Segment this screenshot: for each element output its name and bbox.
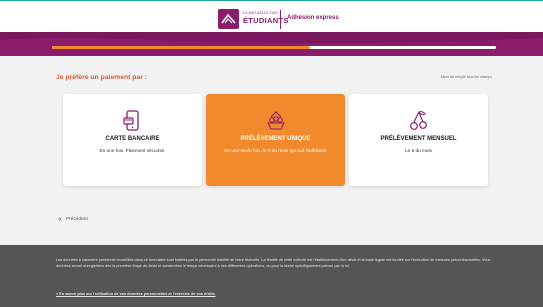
logo-wordmark[interactable]: LA MUTUELLE DES ÉTUDIANTS — [243, 11, 289, 25]
page-title: Adhésion express — [287, 15, 339, 21]
card-subtitle: En une fois. Paiement sécurisé. — [99, 148, 166, 153]
back-label: Précédent — [65, 217, 88, 222]
fruit-basket-icon — [266, 111, 285, 130]
gdpr-notice: Les données à caractère personnel recuei… — [56, 258, 491, 269]
section-heading: Je préfère un paiement par : — [56, 74, 148, 81]
privacy-more-link[interactable]: » En savoir plus sur l'utilisation de vo… — [56, 291, 491, 297]
purple-banner — [0, 32, 543, 56]
back-link[interactable]: «Précédent — [58, 216, 88, 223]
double-chevron-left-icon: « — [58, 216, 62, 223]
progress-bar — [52, 46, 496, 49]
card-subtitle: En une seule fois, le 5 du mois qui suit… — [224, 148, 327, 153]
main-content: Je préfère un paiement par : Merci de re… — [0, 56, 543, 245]
phone-card-icon — [122, 110, 139, 131]
payment-option-card-prelevement-mensuel[interactable]: PRÉLÈVEMENT MENSUEL Le 5 du mois — [349, 94, 488, 186]
logo-big-text: ÉTUDIANTS — [243, 15, 289, 25]
logo-icon[interactable] — [218, 9, 239, 29]
card-title: CARTE BANCAIRE — [105, 136, 160, 142]
progress-fill — [52, 46, 310, 49]
card-title: PRÉLÈVEMENT MENSUEL — [380, 136, 457, 142]
required-fields-note: Merci de remplir tous les champs — [440, 75, 492, 79]
payment-option-card-bancaire[interactable]: CARTE BANCAIRE En une fois. Paiement séc… — [63, 94, 202, 186]
site-header: LA MUTUELLE DES ÉTUDIANTS Adhésion expre… — [0, 1, 543, 32]
cherry-icon — [409, 111, 427, 130]
gdpr-footer: Les données à caractère personnel recuei… — [0, 245, 543, 307]
logo-small-text: LA MUTUELLE DES — [243, 11, 278, 15]
card-title: PRÉLÈVEMENT UNIQUE — [240, 136, 311, 142]
card-subtitle: Le 5 du mois — [405, 148, 432, 153]
payment-option-card-prelevement-unique[interactable]: PRÉLÈVEMENT UNIQUE En une seule fois, le… — [206, 94, 345, 186]
header-divider — [280, 10, 281, 29]
